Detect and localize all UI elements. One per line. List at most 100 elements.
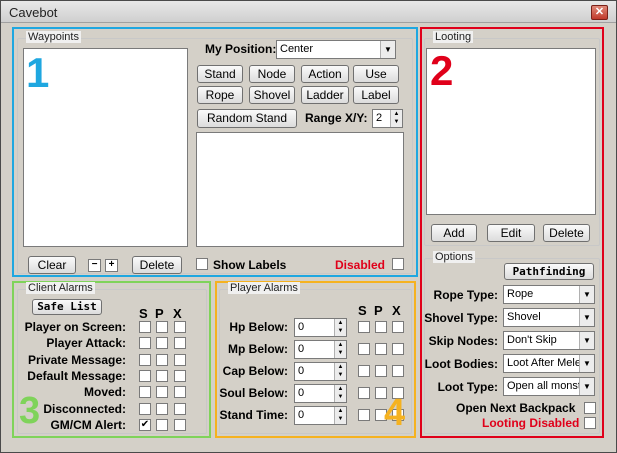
safe-list-button[interactable]: Safe List [32,299,102,315]
waypoint-details-box[interactable] [196,132,404,247]
player-alarm-s-checkbox[interactable] [358,343,370,355]
player-alarm-x-checkbox[interactable] [392,343,404,355]
pathfinding-button[interactable]: Pathfinding [504,263,594,280]
player-alarm-spinner[interactable]: 0 ▲ ▼ [294,318,347,337]
client-alarm-p-checkbox[interactable] [156,337,168,350]
client-alarm-p-checkbox[interactable] [156,402,168,415]
client-alarm-s-checkbox[interactable] [139,337,151,350]
player-alarm-label: Cap Below: [222,364,288,378]
add-loot-button[interactable]: Add [431,224,477,242]
random-stand-button[interactable]: Random Stand [197,109,297,128]
player-alarms-label: Player Alarms [228,282,300,294]
player-alarm-spinner[interactable]: 0 ▲ ▼ [294,406,347,425]
client-alarm-x-checkbox[interactable] [174,353,186,366]
client-alarm-x-checkbox[interactable] [174,337,186,350]
player-alarm-s-checkbox[interactable] [358,365,370,377]
chevron-down-icon: ▼ [579,332,594,349]
spin-arrows-icon[interactable]: ▲ ▼ [334,363,346,380]
client-alarm-x-checkbox[interactable] [174,418,186,431]
range-spinner[interactable]: 2 ▲ ▼ [372,109,403,128]
client-alarm-p-checkbox[interactable] [156,321,168,333]
spin-arrows-icon[interactable]: ▲ ▼ [390,110,402,127]
minus-icon[interactable]: − [88,259,101,272]
client-alarm-s-checkbox[interactable] [139,386,151,399]
spin-arrows-icon[interactable]: ▲ ▼ [334,319,346,336]
shovel-type-select[interactable]: Shovel ▼ [503,308,595,327]
player-alarm-s-checkbox[interactable] [358,321,370,333]
loot-bodies-select[interactable]: Loot After Mele ▼ [503,354,595,373]
rope-type-select[interactable]: Rope ▼ [503,285,595,304]
spin-arrows-icon[interactable]: ▲ ▼ [334,385,346,402]
ladder-button[interactable]: Ladder [301,86,349,104]
loot-type-select[interactable]: Open all monst ▼ [503,377,595,396]
delete-waypoint-button[interactable]: Delete [132,256,182,274]
show-labels-label: Show Labels [213,258,287,272]
spin-arrows-icon[interactable]: ▲ ▼ [334,407,346,424]
edit-loot-button[interactable]: Edit [487,224,535,242]
player-alarm-spinner[interactable]: 0 ▲ ▼ [294,362,347,381]
my-position-label: My Position: [205,42,277,56]
titlebar[interactable]: Cavebot ✕ [1,1,616,23]
region-3-number: 3 [19,390,41,432]
client-alarm-s-checkbox[interactable] [139,353,151,366]
client-alarm-label: Player on Screen: [24,320,126,334]
player-alarm-x-checkbox[interactable] [392,365,404,377]
player-alarm-value: 0 [298,365,305,377]
client-alarm-p-checkbox[interactable] [156,369,168,382]
use-button[interactable]: Use [353,65,399,83]
client-alarm-x-checkbox[interactable] [174,386,186,399]
rope-type-value: Rope [507,288,534,300]
client-alarm-s-checkbox[interactable] [139,402,151,415]
player-header-s: S [358,303,367,318]
loot-bodies-label: Loot Bodies: [424,357,498,371]
client-alarm-label: Default Message: [27,368,126,383]
disabled-status: Disabled [335,258,386,272]
client-alarm-s-checkbox[interactable]: ✔ [139,418,151,431]
looting-enabled-checkbox[interactable] [584,417,596,429]
show-labels-checkbox[interactable] [196,258,208,270]
client-alarm-p-checkbox[interactable] [156,418,168,431]
player-alarm-p-checkbox[interactable] [375,365,387,377]
spin-arrows-icon[interactable]: ▲ ▼ [334,341,346,358]
player-alarm-spinner[interactable]: 0 ▲ ▼ [294,384,347,403]
waypoints-enabled-checkbox[interactable] [392,258,404,270]
player-alarm-value: 0 [298,343,305,355]
client-header-p: P [155,306,164,321]
player-alarm-s-checkbox[interactable] [358,387,370,399]
chevron-down-icon: ▼ [579,309,594,326]
open-next-backpack-checkbox[interactable] [584,402,596,414]
chevron-down-icon: ▼ [579,378,594,395]
client-alarm-x-checkbox[interactable] [174,369,186,382]
player-alarm-s-checkbox[interactable] [358,409,370,421]
player-alarm-spinner[interactable]: 0 ▲ ▼ [294,340,347,359]
stand-button[interactable]: Stand [197,65,243,83]
client-header-x: X [173,306,182,321]
close-button[interactable]: ✕ [591,5,608,20]
player-alarm-x-checkbox[interactable] [392,321,404,333]
plus-icon[interactable]: + [105,259,118,272]
region-2-number: 2 [430,47,454,94]
rope-button[interactable]: Rope [197,86,243,104]
client-alarm-x-checkbox[interactable] [174,321,186,333]
client-alarm-s-checkbox[interactable] [139,369,151,382]
client-alarm-p-checkbox[interactable] [156,353,168,366]
window-title: Cavebot [9,5,58,20]
node-button[interactable]: Node [249,65,295,83]
player-alarm-p-checkbox[interactable] [375,321,387,333]
client-alarm-p-checkbox[interactable] [156,386,168,399]
clear-button[interactable]: Clear [28,256,76,274]
client-alarm-x-checkbox[interactable] [174,402,186,415]
player-alarm-p-checkbox[interactable] [375,343,387,355]
client-alarm-s-checkbox[interactable] [139,321,151,333]
delete-loot-button[interactable]: Delete [543,224,590,242]
chevron-down-icon: ▼ [579,355,594,372]
my-position-select[interactable]: Center ▼ [276,40,396,59]
label-button[interactable]: Label [353,86,399,104]
skip-nodes-select[interactable]: Don't Skip ▼ [503,331,595,350]
region-1-number: 1 [26,49,50,96]
range-label: Range X/Y: [305,111,368,125]
rope-type-label: Rope Type: [433,288,498,302]
player-alarm-value: 0 [298,387,305,399]
action-button[interactable]: Action [301,65,349,83]
shovel-button[interactable]: Shovel [249,86,295,104]
